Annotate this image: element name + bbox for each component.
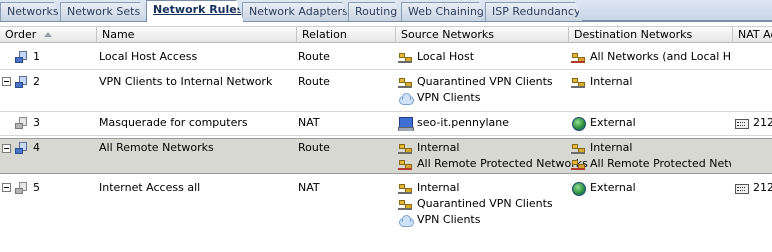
vpn-cloud-icon <box>398 213 414 227</box>
tab-routing[interactable]: Routing <box>348 2 403 21</box>
rule-relation: Route <box>298 75 330 88</box>
network-icon <box>398 75 414 89</box>
destination-network: Internal <box>590 141 633 154</box>
network-icon <box>398 50 414 64</box>
column-header-relation[interactable]: Relation <box>297 27 396 43</box>
rule-name: Local Host Access <box>99 50 198 63</box>
network-icon <box>571 141 587 155</box>
network-icon <box>398 181 414 195</box>
computer-icon <box>398 116 414 131</box>
sort-ascending-icon <box>44 32 53 37</box>
nat-address: 212. <box>753 116 772 129</box>
column-header-row: Order Name Relation Source Networks Dest… <box>0 26 772 43</box>
network-set-icon <box>571 157 587 171</box>
route-rule-icon <box>14 50 30 64</box>
column-header-source-networks[interactable]: Source Networks <box>396 27 569 43</box>
nat-rule-icon <box>14 116 30 130</box>
column-header-name[interactable]: Name <box>97 27 297 43</box>
collapse-toggle-icon[interactable] <box>2 77 11 86</box>
destination-network: All Remote Protected Netw… <box>590 157 731 170</box>
destination-networks-cell: External <box>571 180 731 196</box>
source-network: VPN Clients <box>417 213 481 226</box>
globe-icon <box>571 181 587 196</box>
rule-name: Internet Access all <box>99 181 201 194</box>
table-row-rule-3[interactable]: 3 Masquerade for computers NAT seo-it.pe… <box>0 112 772 136</box>
source-network: All Remote Protected Networks <box>417 157 588 170</box>
source-network: Internal <box>417 181 460 194</box>
table-row-rule-1[interactable]: 1 Local Host Access Route Local Host All… <box>0 48 772 70</box>
table-row-rule-4[interactable]: 4 All Remote Networks Route Internal All… <box>0 138 772 174</box>
nat-address-cell: 212. <box>734 180 772 196</box>
source-networks-cell: Quarantined VPN Clients VPN Clients <box>398 74 553 106</box>
nat-address: 212. <box>753 181 772 194</box>
network-set-icon <box>398 157 414 171</box>
destination-network: All Networks (and Local Host) <box>590 50 731 63</box>
tab-network-sets[interactable]: Network Sets <box>60 2 148 21</box>
destination-networks-cell: Internal <box>571 74 731 90</box>
rule-order: 4 <box>33 141 40 154</box>
column-header-order[interactable]: Order <box>0 27 97 43</box>
order-cell: 4 <box>14 140 40 156</box>
rule-order: 5 <box>33 181 40 194</box>
route-rule-icon <box>14 141 30 155</box>
network-icon <box>571 75 587 89</box>
tab-web-chaining[interactable]: Web Chaining <box>401 2 487 21</box>
table-row-rule-5[interactable]: 5 Internet Access all NAT Internal Quara… <box>0 176 772 230</box>
collapse-toggle-icon[interactable] <box>2 183 11 192</box>
rule-relation: Route <box>298 141 330 154</box>
network-icon <box>398 141 414 155</box>
rule-name: VPN Clients to Internal Network <box>99 75 273 88</box>
nat-address-icon <box>734 116 750 130</box>
source-networks-cell: Local Host <box>398 49 474 65</box>
column-header-nat-address[interactable]: NAT Ad <box>733 27 772 43</box>
destination-networks-cell: Internal All Remote Protected Netw… <box>571 140 731 172</box>
source-networks-cell: Internal All Remote Protected Networks <box>398 140 588 172</box>
collapse-toggle-icon[interactable] <box>2 144 11 153</box>
tab-strip: Networks Network Sets Network Rules Netw… <box>0 0 772 22</box>
table-row-rule-2[interactable]: 2 VPN Clients to Internal Network Route … <box>0 70 772 112</box>
rule-name: Masquerade for computers <box>99 116 248 129</box>
nat-rule-icon <box>14 181 30 195</box>
source-network: Quarantined VPN Clients <box>417 197 553 210</box>
destination-network: External <box>590 181 636 194</box>
destination-network: Internal <box>590 75 633 88</box>
destination-networks-cell: External <box>571 115 731 131</box>
rule-order: 3 <box>33 116 40 129</box>
route-rule-icon <box>14 75 30 89</box>
source-network: Local Host <box>417 50 475 63</box>
column-header-order-label: Order <box>5 28 37 41</box>
order-cell: 3 <box>14 115 40 131</box>
source-networks-cell: seo-it.pennylane <box>398 115 509 131</box>
column-header-destination-networks[interactable]: Destination Networks <box>569 27 733 43</box>
rule-name: All Remote Networks <box>99 141 214 154</box>
globe-icon <box>571 116 587 131</box>
network-icon <box>398 197 414 211</box>
destination-network: External <box>590 116 636 129</box>
order-cell: 2 <box>14 74 40 90</box>
destination-networks-cell: All Networks (and Local Host) <box>571 49 731 65</box>
rule-relation: NAT <box>298 116 320 129</box>
tab-network-adapters[interactable]: Network Adapters <box>242 2 350 21</box>
rule-order: 1 <box>33 50 40 63</box>
nat-address-icon <box>734 181 750 195</box>
tab-network-rules[interactable]: Network Rules <box>146 0 244 22</box>
source-networks-cell: Internal Quarantined VPN Clients VPN Cli… <box>398 180 553 228</box>
tab-isp-redundancy[interactable]: ISP Redundancy <box>485 2 583 21</box>
vpn-cloud-icon <box>398 91 414 105</box>
order-cell: 1 <box>14 49 40 65</box>
rule-order: 2 <box>33 75 40 88</box>
order-cell: 5 <box>14 180 40 196</box>
source-network: Quarantined VPN Clients <box>417 75 553 88</box>
source-network: VPN Clients <box>417 91 481 104</box>
source-network: seo-it.pennylane <box>417 116 510 129</box>
nat-address-cell: 212. <box>734 115 772 131</box>
network-set-icon <box>571 50 587 64</box>
tab-networks[interactable]: Networks <box>0 2 62 21</box>
source-network: Internal <box>417 141 460 154</box>
rule-relation: NAT <box>298 181 320 194</box>
rule-relation: Route <box>298 50 330 63</box>
